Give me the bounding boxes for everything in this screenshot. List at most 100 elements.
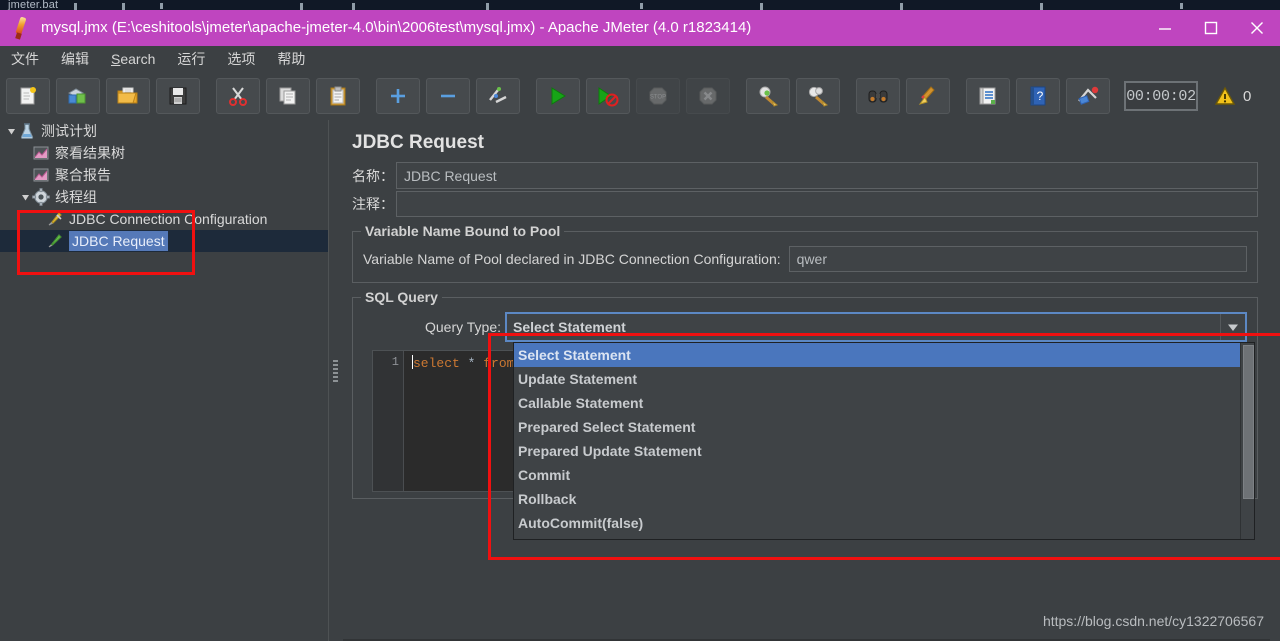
dropdown-option-select-statement[interactable]: Select Statement — [514, 343, 1254, 367]
maximize-button[interactable] — [1188, 10, 1234, 46]
menu-bar: 文件 编辑 Search 运行 选项 帮助 — [0, 46, 1280, 73]
green-play-icon — [551, 87, 566, 105]
test-plan-tree[interactable]: 测试计划 察看结果树 聚合报告 线程组 JDBC Connection Conf… — [0, 120, 328, 641]
stop-button[interactable]: STOP — [636, 78, 680, 114]
start-button[interactable] — [536, 78, 580, 114]
tree-node-jdbc-request[interactable]: JDBC Request — [0, 230, 328, 252]
tree-label-thread-group: 线程组 — [55, 189, 97, 205]
new-button[interactable] — [6, 78, 50, 114]
query-type-label: Query Type: — [425, 319, 502, 335]
clear-all-button[interactable] — [796, 78, 840, 114]
tree-label-jdbc-connection-configuration: JDBC Connection Configuration — [69, 211, 268, 227]
menu-help[interactable]: 帮助 — [266, 47, 316, 71]
menu-edit[interactable]: 编辑 — [50, 47, 100, 71]
templates-icon — [67, 88, 86, 104]
reset-search-button[interactable] — [906, 78, 950, 114]
svg-text:?: ? — [1037, 89, 1044, 103]
split-pane-divider[interactable] — [328, 120, 344, 641]
open-folder-icon — [117, 87, 138, 104]
collapse-all-button[interactable] — [426, 78, 470, 114]
thread-group-gear-icon — [32, 188, 50, 206]
blue-book-help-icon: ? — [1030, 86, 1046, 106]
tree-node-test-plan[interactable]: 测试计划 — [0, 120, 328, 142]
tree-label-aggregate-report: 聚合报告 — [55, 167, 111, 183]
watermark-url: https://blog.csdn.net/cy1322706567 — [1042, 613, 1264, 629]
comment-field-row: 注释： — [352, 191, 1258, 217]
query-type-dropdown[interactable]: Select Statement Update Statement Callab… — [513, 342, 1255, 540]
svg-text:STOP: STOP — [650, 95, 666, 101]
query-type-combobox[interactable]: Select Statement — [505, 312, 1247, 342]
broom-yellow-icon — [918, 86, 935, 105]
cut-button[interactable] — [216, 78, 260, 114]
warning-indicator[interactable]: 0 — [1214, 86, 1251, 106]
dropdown-option-prepared-update-statement[interactable]: Prepared Update Statement — [514, 439, 1254, 463]
dropdown-option-prepared-select-statement[interactable]: Prepared Select Statement — [514, 415, 1254, 439]
clipboard-paste-icon — [330, 86, 346, 106]
dropdown-option-callable-statement[interactable]: Callable Statement — [514, 391, 1254, 415]
aggregate-report-icon — [32, 166, 50, 184]
toolbox-button[interactable] — [1066, 78, 1110, 114]
editor-line-numbers: 1 — [373, 351, 404, 491]
warning-triangle-icon — [1214, 86, 1236, 105]
clear-button[interactable] — [746, 78, 790, 114]
templates-button[interactable] — [56, 78, 100, 114]
toggle-icon — [489, 87, 507, 104]
comment-label: 注释： — [352, 196, 394, 212]
expand-arrow-icon[interactable] — [4, 120, 18, 142]
comment-input[interactable] — [396, 191, 1258, 217]
help-button[interactable]: ? — [1016, 78, 1060, 114]
dropdown-option-autocommit-false[interactable]: AutoCommit(false) — [514, 511, 1254, 535]
split-pane-grip[interactable] — [333, 360, 338, 382]
open-button[interactable] — [106, 78, 150, 114]
pool-field-row: Variable Name of Pool declared in JDBC C… — [363, 246, 1247, 272]
tree-node-view-results-tree[interactable]: 察看结果树 — [0, 142, 328, 164]
minimize-button[interactable] — [1142, 10, 1188, 46]
dropdown-scrollbar-thumb[interactable] — [1243, 345, 1254, 499]
shutdown-button[interactable] — [686, 78, 730, 114]
expand-all-button[interactable] — [376, 78, 420, 114]
dropdown-scrollbar[interactable] — [1240, 343, 1254, 539]
warning-count: 0 — [1243, 87, 1252, 105]
tree-label-test-plan: 测试计划 — [41, 123, 97, 139]
query-type-value: Select Statement — [513, 319, 626, 335]
copy-button[interactable] — [266, 78, 310, 114]
elapsed-timer: 00:00:02 — [1124, 81, 1198, 111]
view-results-tree-icon — [32, 144, 50, 162]
search-button[interactable] — [856, 78, 900, 114]
sql-keyword-from: from — [483, 356, 515, 371]
pool-name-input[interactable]: qwer — [788, 246, 1247, 272]
toolbar: STOP ? 00:00:02 0 — [0, 72, 1280, 121]
dropdown-option-commit[interactable]: Commit — [514, 463, 1254, 487]
dropdown-option-rollback[interactable]: Rollback — [514, 487, 1254, 511]
expand-arrow-icon[interactable] — [18, 186, 32, 208]
window-title: mysql.jmx (E:\ceshitools\jmeter\apache-j… — [41, 19, 752, 36]
dropdown-option-update-statement[interactable]: Update Statement — [514, 367, 1254, 391]
stop-sign-icon: STOP — [649, 87, 667, 105]
scissors-icon — [229, 87, 247, 106]
window-controls — [1142, 10, 1280, 46]
menu-search[interactable]: Search — [100, 47, 166, 71]
paste-button[interactable] — [316, 78, 360, 114]
title-bar: mysql.jmx (E:\ceshitools\jmeter\apache-j… — [0, 10, 1280, 46]
tree-node-thread-group[interactable]: 线程组 — [0, 186, 328, 208]
toolbox-icon — [1078, 86, 1099, 105]
sql-group-title: SQL Query — [361, 289, 442, 305]
toggle-button[interactable] — [476, 78, 520, 114]
jdbc-request-icon — [46, 232, 64, 250]
menu-run[interactable]: 运行 — [166, 47, 216, 71]
jmeter-feather-icon — [9, 15, 35, 41]
function-helper-button[interactable] — [966, 78, 1010, 114]
save-button[interactable] — [156, 78, 200, 114]
copy-icon — [279, 87, 296, 105]
tree-node-jdbc-connection-configuration[interactable]: JDBC Connection Configuration — [0, 208, 328, 230]
chevron-down-icon[interactable] — [1220, 314, 1245, 340]
menu-options[interactable]: 选项 — [216, 47, 266, 71]
page-title: JDBC Request — [352, 132, 484, 153]
name-input[interactable]: JDBC Request — [396, 162, 1258, 189]
tree-node-aggregate-report[interactable]: 聚合报告 — [0, 164, 328, 186]
binoculars-icon — [868, 90, 888, 103]
close-button[interactable] — [1234, 10, 1280, 46]
jdbc-config-icon — [46, 210, 64, 228]
menu-file[interactable]: 文件 — [0, 47, 50, 71]
start-no-pauses-button[interactable] — [586, 78, 630, 114]
